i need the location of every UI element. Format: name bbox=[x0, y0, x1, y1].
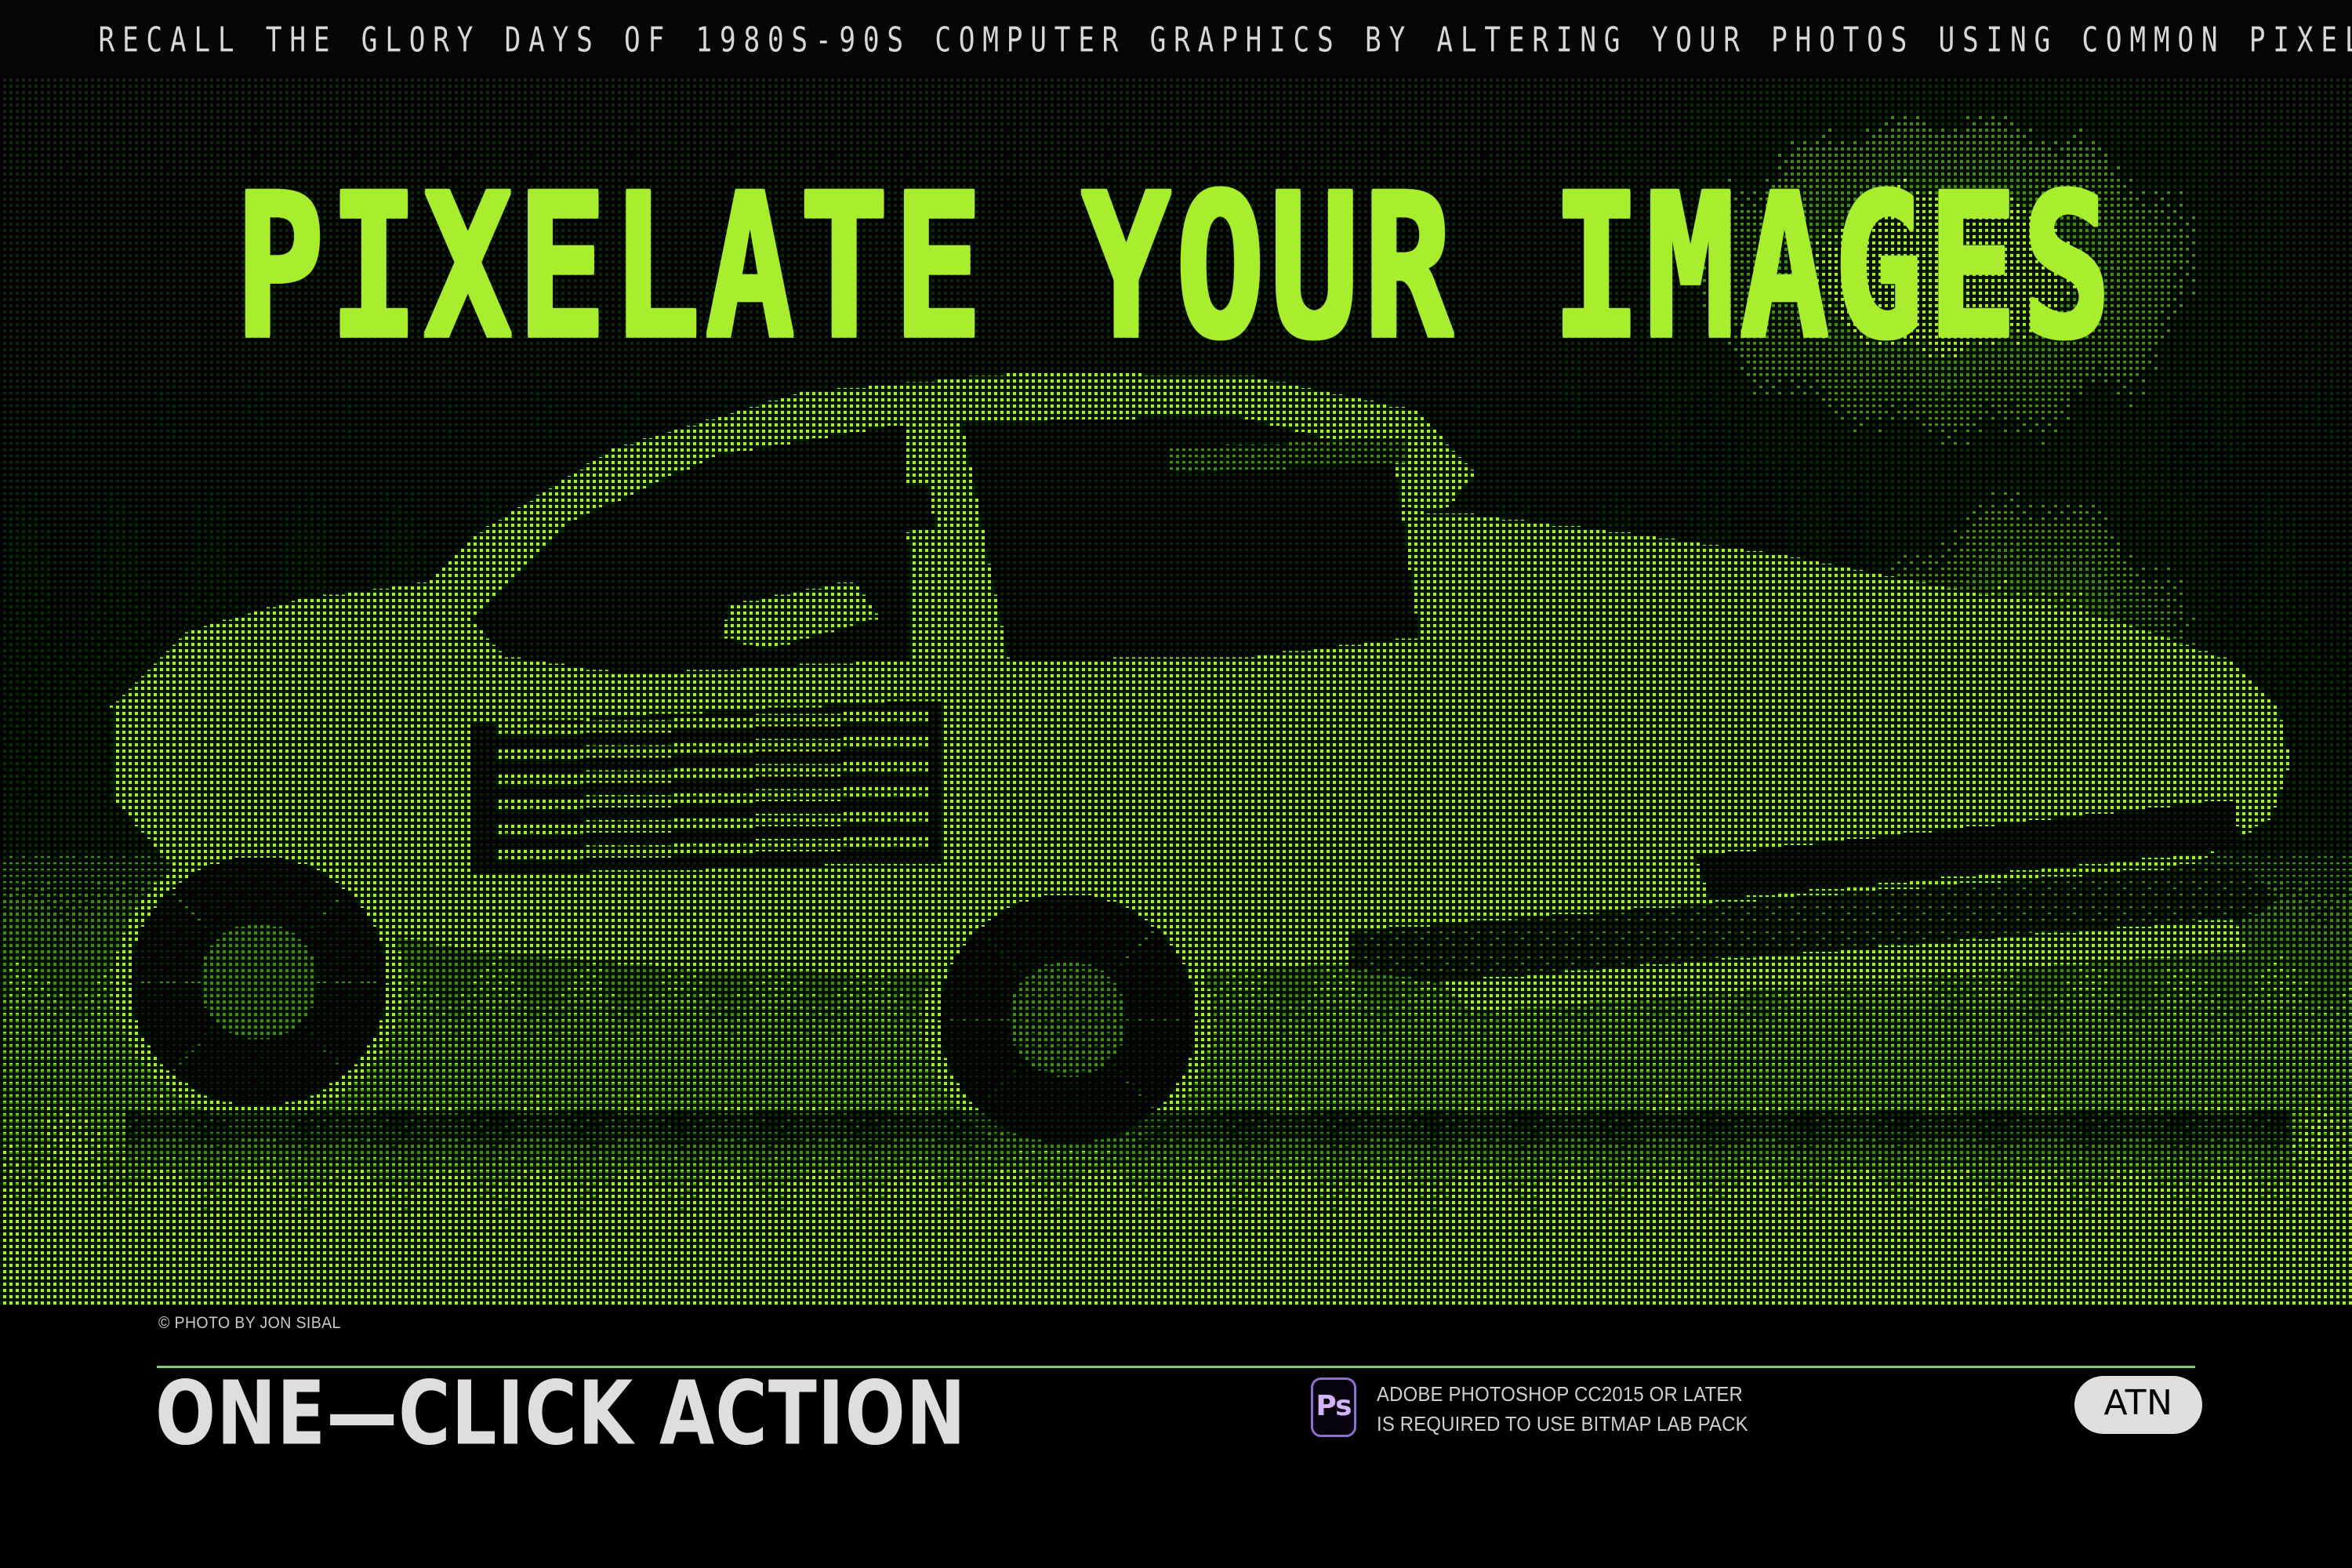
photoshop-icon: Ps bbox=[1311, 1377, 1356, 1437]
photoshop-icon-label: Ps bbox=[1316, 1390, 1352, 1422]
atn-badge-label: ATN bbox=[2103, 1383, 2173, 1423]
requirement-line-2: IS REQUIRED TO USE BITMAP LAB PACK bbox=[1377, 1411, 1748, 1436]
footer-content-row: ONE—CLICK ACTION Ps ADOBE PHOTOSHOP CC20… bbox=[0, 1369, 2352, 1470]
footer-title: ONE—CLICK ACTION bbox=[155, 1361, 967, 1465]
ticker-bar: RECALL THE GLORY DAYS OF 1980S-90S COMPU… bbox=[0, 0, 2352, 78]
photoshop-requirement-block: Ps ADOBE PHOTOSHOP CC2015 OR LATER IS RE… bbox=[1311, 1377, 1780, 1439]
dithered-car-photo bbox=[0, 78, 2352, 1305]
ticker-text: RECALL THE GLORY DAYS OF 1980S-90S COMPU… bbox=[98, 19, 2352, 60]
atn-badge[interactable]: ATN bbox=[2074, 1376, 2202, 1434]
photoshop-requirement-text: ADOBE PHOTOSHOP CC2015 OR LATER IS REQUI… bbox=[1377, 1377, 1780, 1439]
photo-credit: © PHOTO BY JON SIBAL bbox=[158, 1314, 341, 1332]
requirement-line-1: ADOBE PHOTOSHOP CC2015 OR LATER bbox=[1377, 1382, 1743, 1406]
hero-image-panel bbox=[0, 78, 2352, 1305]
